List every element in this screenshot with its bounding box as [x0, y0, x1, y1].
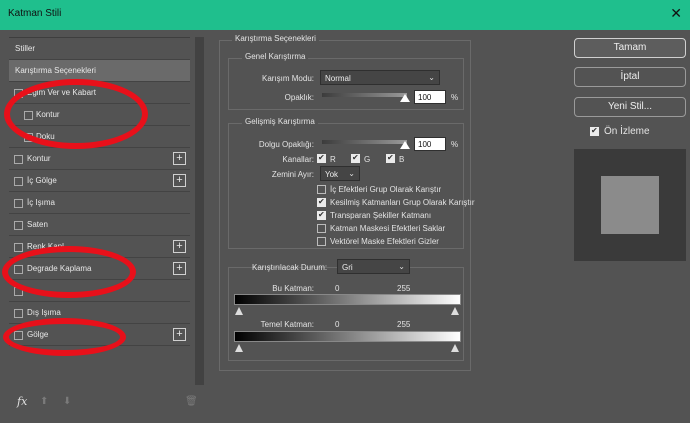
blend-if-select[interactable]: Gri ⌄: [337, 259, 410, 274]
underlying-layer-max: 255: [397, 320, 411, 329]
channel-b-label: B: [399, 155, 405, 164]
this-layer-min: 0: [335, 284, 340, 293]
list-toolbar: fx ⬆ ⬇ 🗑: [9, 395, 205, 411]
annotation-ring-gradient: [2, 246, 136, 298]
underlying-layer-min: 0: [335, 320, 340, 329]
style-list-label: Dış Işıma: [27, 308, 61, 317]
knockout-value: Yok: [325, 170, 339, 179]
channel-g-checkbox[interactable]: [351, 153, 360, 163]
advanced-option-label: Kesilmiş Katmanları Grup Olarak Karıştır: [330, 198, 475, 207]
advanced-option-label: Transparan Şekiller Katmanı: [330, 211, 432, 220]
opacity-slider[interactable]: [322, 93, 407, 97]
preview-thumbnail: [574, 149, 686, 261]
this-layer-gradient: [234, 294, 461, 305]
annotation-ring-bevel: [4, 79, 148, 149]
fill-opacity-label: Dolgu Opaklığı:: [258, 140, 314, 149]
style-list-item[interactable]: İç Gölge +: [9, 170, 190, 192]
trash-icon[interactable]: 🗑: [185, 396, 198, 407]
fill-opacity-slider[interactable]: [322, 140, 407, 144]
underlying-layer-gradient: [234, 331, 461, 342]
fill-opacity-slider-thumb[interactable]: [400, 141, 410, 149]
channel-r-label: R: [330, 155, 336, 164]
style-list-item[interactable]: Karıştırma Seçenekleri: [9, 60, 190, 82]
add-style-icon[interactable]: +: [173, 262, 186, 275]
ok-button[interactable]: Tamam: [574, 38, 686, 58]
chevron-down-icon: ⌄: [398, 262, 405, 271]
this-layer-max: 255: [397, 284, 411, 293]
move-up-icon[interactable]: ⬆: [40, 396, 48, 407]
blend-mode-select[interactable]: Normal ⌄: [320, 70, 440, 85]
underlying-layer-label: Temel Katman:: [260, 320, 314, 329]
style-list-label: Stiller: [15, 44, 36, 53]
move-down-icon[interactable]: ⬇: [63, 396, 71, 407]
new-style-button[interactable]: Yeni Stil...: [574, 97, 686, 117]
add-style-icon[interactable]: +: [173, 174, 186, 187]
style-list-item[interactable]: Kontur +: [9, 148, 190, 170]
blending-options-title: Karıştırma Seçenekleri: [232, 34, 319, 43]
style-list-item[interactable]: Saten: [9, 214, 190, 236]
advanced-option-checkbox[interactable]: [317, 224, 326, 233]
preview-swatch: [601, 176, 659, 234]
style-list-label: Saten: [27, 220, 48, 229]
style-list-label: İç Işıma: [27, 198, 56, 207]
advanced-option-label: Katman Maskesi Efektleri Saklar: [330, 224, 446, 233]
style-list-label: İç Gölge: [27, 176, 57, 185]
preview-checkbox[interactable]: [590, 126, 599, 136]
style-list-label: Kontur: [27, 154, 51, 163]
underlying-layer-black-thumb[interactable]: [235, 344, 244, 353]
advanced-blending-title: Gelişmiş Karıştırma: [242, 117, 318, 126]
list-scrollbar[interactable]: [195, 37, 204, 385]
preview-label: Ön İzleme: [604, 126, 650, 137]
general-blending-title: Genel Karıştırma: [242, 52, 309, 61]
channels-label: Kanallar:: [282, 155, 314, 164]
style-checkbox[interactable]: [14, 199, 23, 208]
opacity-percent: %: [451, 93, 459, 102]
advanced-option-checkbox[interactable]: [317, 197, 326, 207]
advanced-option-checkbox[interactable]: [317, 185, 326, 194]
advanced-option-checkbox[interactable]: [317, 210, 326, 220]
add-style-icon[interactable]: +: [173, 240, 186, 253]
channel-r-checkbox[interactable]: [317, 153, 326, 163]
blend-mode-value: Normal: [325, 74, 351, 83]
channel-g-label: G: [364, 155, 371, 164]
advanced-option-label: İç Efektleri Grup Olarak Karıştır: [330, 185, 442, 194]
annotation-ring-shadow: [3, 318, 126, 356]
this-layer-black-thumb[interactable]: [235, 307, 244, 316]
title-bar: Katman Stili ✕: [0, 0, 690, 30]
style-checkbox[interactable]: [14, 243, 23, 252]
advanced-option-checkbox[interactable]: [317, 237, 326, 246]
knockout-label: Zemini Ayır:: [271, 170, 314, 179]
blend-if-value: Gri: [342, 263, 353, 272]
cancel-button[interactable]: İptal: [574, 67, 686, 87]
channel-b-checkbox[interactable]: [386, 153, 395, 163]
this-layer-white-thumb[interactable]: [451, 307, 460, 316]
style-list-item[interactable]: İç Işıma: [9, 192, 190, 214]
style-checkbox[interactable]: [14, 155, 23, 164]
fx-icon[interactable]: fx: [17, 395, 27, 408]
style-list-label: Karıştırma Seçenekleri: [15, 66, 96, 75]
style-checkbox[interactable]: [14, 177, 23, 186]
style-checkbox[interactable]: [14, 221, 23, 230]
close-icon[interactable]: ✕: [670, 6, 682, 20]
blend-mode-label: Karışım Modu:: [261, 74, 314, 83]
style-list-item[interactable]: Stiller: [9, 38, 190, 60]
style-checkbox[interactable]: [14, 309, 23, 318]
knockout-select[interactable]: Yok ⌄: [320, 166, 360, 181]
opacity-input[interactable]: 100: [414, 90, 446, 104]
blend-if-group: [228, 267, 464, 361]
advanced-option-label: Vektörel Maske Efektleri Gizler: [330, 237, 439, 246]
opacity-label: Opaklık:: [284, 93, 314, 102]
add-style-icon[interactable]: +: [173, 328, 186, 341]
fill-opacity-percent: %: [451, 140, 459, 149]
opacity-slider-thumb[interactable]: [400, 94, 410, 102]
chevron-down-icon: ⌄: [348, 169, 355, 178]
this-layer-label: Bu Katman:: [272, 284, 314, 293]
fill-opacity-input[interactable]: 100: [414, 137, 446, 151]
underlying-layer-white-thumb[interactable]: [451, 344, 460, 353]
chevron-down-icon: ⌄: [428, 73, 435, 82]
blend-if-label: Karıştırılacak Durum:: [252, 263, 328, 272]
window-title: Katman Stili: [8, 8, 62, 19]
add-style-icon[interactable]: +: [173, 152, 186, 165]
